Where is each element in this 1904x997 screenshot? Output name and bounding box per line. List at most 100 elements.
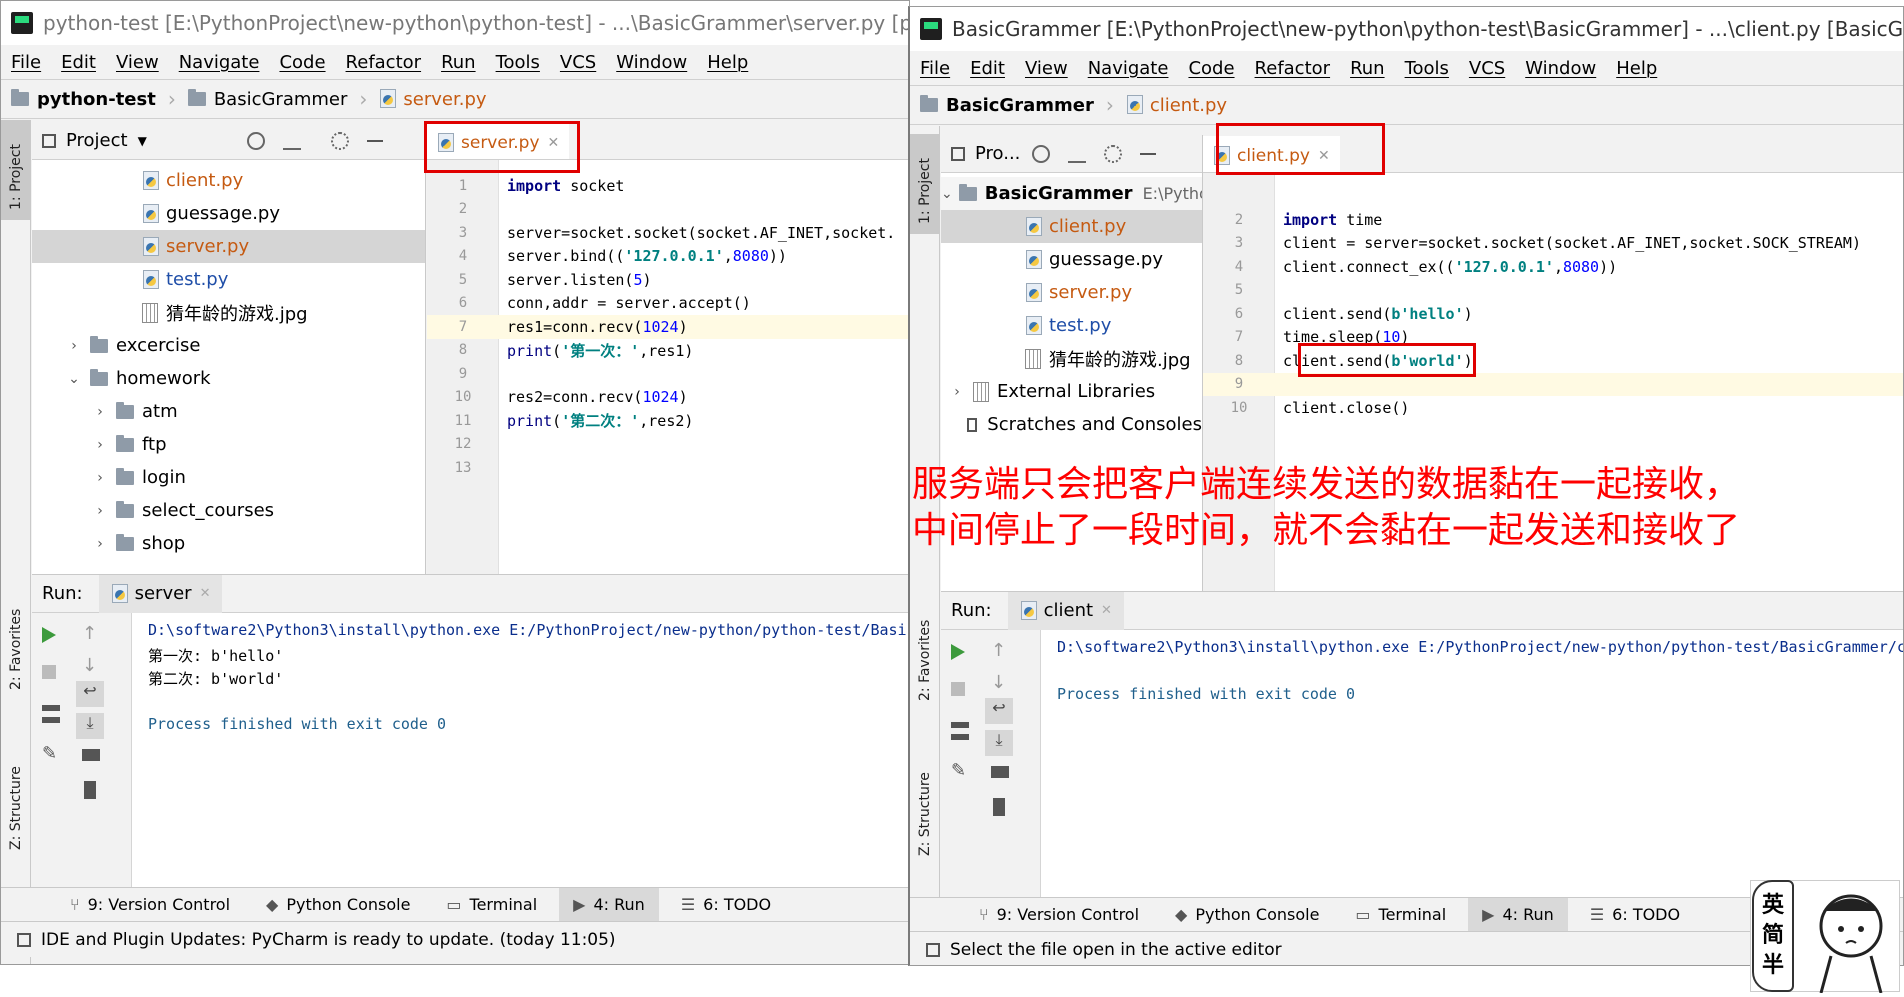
tree-item[interactable]: › excercise	[32, 329, 425, 362]
chevron-right-icon[interactable]: ›	[90, 404, 110, 420]
code-line[interactable]: 10 res2=conn.recv(1024)	[427, 386, 909, 410]
tool-window-todo[interactable]: ☰ 6: TODO	[1576, 898, 1694, 932]
hide-icon[interactable]	[366, 139, 383, 142]
menu-view[interactable]: View	[116, 52, 159, 73]
tree-item[interactable]: test.py	[941, 309, 1202, 342]
code-line[interactable]: 2 import time	[1203, 208, 1903, 232]
tree-item[interactable]: ⌄ homework	[32, 362, 425, 395]
menu-refactor[interactable]: Refactor	[1255, 58, 1331, 79]
menu-run[interactable]: Run	[1350, 58, 1385, 79]
tool-window-python-console[interactable]: ◆ Python Console	[252, 888, 424, 922]
menu-file[interactable]: File	[920, 58, 950, 79]
pin-icon[interactable]: ✎	[951, 760, 969, 781]
left-console-output[interactable]: D:\software2\Python3\install\python.exe …	[132, 613, 909, 888]
tree-root[interactable]: ⌄ BasicGrammer E:\PythonProject\new-pyth…	[941, 177, 1202, 210]
code-line[interactable]: 3 client = server=socket.socket(socket.AF…	[1203, 232, 1903, 256]
status-icon[interactable]	[926, 942, 940, 957]
code-line[interactable]: 4 server.bind(('127.0.0.1',8080))	[427, 245, 909, 269]
code-line[interactable]: 6 client.send(b'hello')	[1203, 302, 1903, 326]
tree-item[interactable]: 猜年龄的游戏.jpg	[941, 342, 1202, 375]
menu-help[interactable]: Help	[1616, 58, 1657, 79]
stop-icon[interactable]	[951, 682, 965, 696]
soft-wrap-icon[interactable]: ↩	[76, 681, 104, 707]
tree-item[interactable]: › atm	[32, 395, 425, 428]
menu-tools[interactable]: Tools	[1405, 58, 1449, 79]
locate-icon[interactable]	[1032, 144, 1051, 163]
menu-navigate[interactable]: Navigate	[1088, 58, 1169, 79]
tree-item[interactable]: › select_courses	[32, 494, 425, 527]
code-line[interactable]: 1 import socket	[427, 174, 909, 198]
layout-icon[interactable]	[951, 722, 969, 740]
tool-window-terminal[interactable]: ▭ Terminal	[1341, 898, 1460, 932]
gear-icon[interactable]	[1104, 144, 1123, 163]
stop-icon[interactable]	[42, 665, 56, 679]
tree-item[interactable]: guessage.py	[32, 197, 425, 230]
tree-item[interactable]: server.py	[941, 276, 1202, 309]
code-line[interactable]: 5 server.listen(5)	[427, 268, 909, 292]
breadcrumb-item[interactable]: BasicGrammer	[187, 89, 347, 110]
menu-code[interactable]: Code	[1188, 58, 1234, 79]
breadcrumb-item[interactable]: client.py	[1126, 95, 1227, 116]
play-icon[interactable]	[42, 627, 56, 643]
up-arrow-icon[interactable]: ↑	[991, 640, 1009, 661]
status-icon[interactable]	[17, 932, 31, 947]
play-icon[interactable]	[951, 644, 965, 660]
menu-help[interactable]: Help	[707, 52, 748, 73]
chevron-down-icon[interactable]: ⌄	[64, 371, 84, 387]
close-icon[interactable]: ✕	[200, 586, 211, 601]
tree-item[interactable]: › login	[32, 461, 425, 494]
code-line[interactable]: 3 server=socket.socket(socket.AF_INET,soc…	[427, 221, 909, 245]
menu-vcs[interactable]: VCS	[1469, 58, 1505, 79]
menu-refactor[interactable]: Refactor	[346, 52, 422, 73]
tool-window-run[interactable]: ▶ 4: Run	[1468, 897, 1568, 932]
tree-item[interactable]: › shop	[32, 527, 425, 560]
side-label-structure[interactable]: Z: Structure	[8, 766, 24, 850]
tree-item[interactable]: client.py	[32, 164, 425, 197]
breadcrumb-item[interactable]: BasicGrammer	[920, 95, 1094, 116]
code-line[interactable]: 8 print('第一次：',res1)	[427, 339, 909, 363]
code-line[interactable]: 2	[427, 198, 909, 222]
side-label-project[interactable]: 1: Project	[8, 144, 24, 210]
code-line[interactable]: 11 print('第二次：',res2)	[427, 409, 909, 433]
collapse-icon[interactable]	[282, 132, 301, 150]
chevron-right-icon[interactable]: ›	[90, 470, 110, 486]
side-label-project[interactable]: 1: Project	[917, 158, 933, 224]
print-icon[interactable]	[82, 749, 100, 761]
gear-icon[interactable]	[330, 131, 349, 150]
code-line[interactable]: 6 conn,addr = server.accept()	[427, 292, 909, 316]
tree-item[interactable]: client.py	[941, 210, 1202, 243]
chevron-right-icon[interactable]: ›	[90, 536, 110, 552]
breadcrumb-item[interactable]: server.py	[379, 89, 487, 110]
run-tab-server[interactable]: server ✕	[98, 575, 223, 613]
tool-window-terminal[interactable]: ▭ Terminal	[432, 888, 551, 922]
pin-icon[interactable]: ✎	[42, 743, 60, 764]
project-panel-title[interactable]: Pro...	[975, 143, 1020, 164]
trash-icon[interactable]	[84, 781, 96, 799]
tool-window-todo[interactable]: ☰ 6: TODO	[667, 888, 785, 922]
soft-wrap-icon[interactable]: ↩	[985, 698, 1013, 724]
scroll-end-icon[interactable]: ⤓	[985, 730, 1013, 756]
tree-item[interactable]: › External Libraries	[941, 375, 1202, 408]
tool-window-vcs[interactable]: ⑂ 9: Version Control	[56, 888, 244, 922]
locate-icon[interactable]	[246, 131, 265, 150]
chevron-down-icon[interactable]: ▼	[138, 134, 147, 148]
code-line[interactable]: 10 client.close()	[1203, 396, 1903, 420]
menu-file[interactable]: File	[11, 52, 41, 73]
down-arrow-icon[interactable]: ↓	[991, 672, 1009, 693]
code-line[interactable]: 13	[427, 456, 909, 480]
menu-vcs[interactable]: VCS	[560, 52, 596, 73]
menu-code[interactable]: Code	[279, 52, 325, 73]
code-line[interactable]: 4 client.connect_ex(('127.0.0.1',8080))	[1203, 255, 1903, 279]
chevron-right-icon[interactable]: ›	[90, 437, 110, 453]
tree-item[interactable]: › ftp	[32, 428, 425, 461]
code-line[interactable]: 7 res1=conn.recv(1024)	[427, 315, 909, 339]
scroll-end-icon[interactable]: ⤓	[76, 713, 104, 739]
collapse-icon[interactable]	[1068, 145, 1087, 163]
side-label-structure[interactable]: Z: Structure	[917, 772, 933, 856]
layout-icon[interactable]	[42, 705, 60, 723]
chevron-right-icon[interactable]: ›	[64, 338, 84, 354]
code-line[interactable]: 5	[1203, 279, 1903, 303]
breadcrumb-item[interactable]: python-test	[11, 89, 156, 110]
chevron-down-icon[interactable]: ⌄	[941, 186, 953, 202]
side-label-favorites[interactable]: 2: Favorites	[917, 620, 933, 701]
